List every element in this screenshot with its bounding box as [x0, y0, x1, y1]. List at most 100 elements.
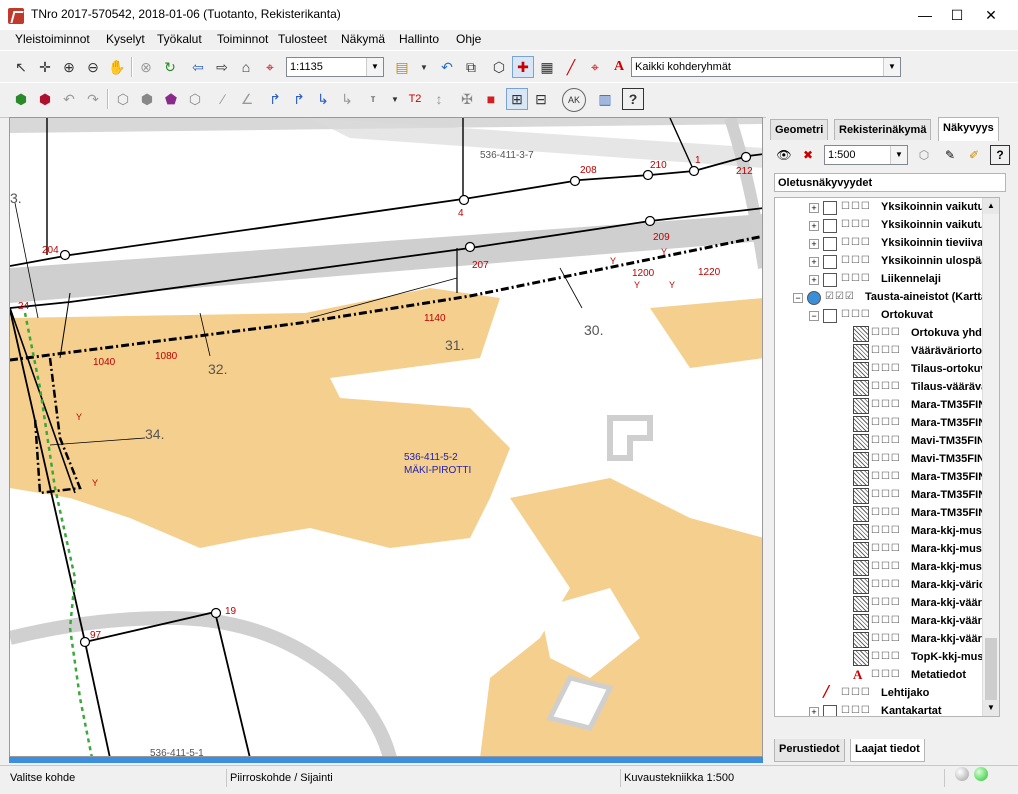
- panel-scale-select[interactable]: 1:500 ▼: [824, 145, 908, 165]
- layer-tree[interactable]: + ☐☐☐ Kantakartat ╱ ☐☐☐ Lehtijako A ☐☐☐ Metatied…: [774, 197, 1000, 717]
- expand-icon[interactable]: +: [809, 203, 819, 213]
- visibility-checkboxes[interactable]: ☐☐☐: [871, 669, 901, 680]
- map-horizontal-scrollbar[interactable]: [9, 757, 763, 763]
- visibility-checkboxes[interactable]: ☐☐☐: [871, 579, 901, 590]
- tree-item[interactable]: + ☐☐☐ Liikennelaji: [775, 271, 999, 289]
- point-4-icon[interactable]: ↳: [336, 88, 358, 110]
- visibility-checkboxes[interactable]: ☐☐☐: [871, 633, 901, 644]
- tree-item[interactable]: ☐☐☐ Mara-kkj-vääräväl: [775, 613, 999, 631]
- point-1-icon[interactable]: ↱: [264, 88, 286, 110]
- dropdown-arrow-icon[interactable]: ▼: [413, 56, 435, 78]
- tree-scrollbar[interactable]: ▲ ▼: [982, 198, 999, 716]
- polygon-icon[interactable]: ⬢: [136, 88, 158, 110]
- layer-icon[interactable]: ▤: [391, 56, 413, 78]
- back-arrow-icon[interactable]: ⇦: [187, 56, 209, 78]
- save-cube-icon[interactable]: ⬢: [10, 88, 32, 110]
- visibility-checkboxes[interactable]: ☐☐☐: [841, 273, 871, 284]
- cube-check-icon[interactable]: ⬡: [914, 145, 934, 165]
- stop-icon[interactable]: ⊗: [135, 56, 157, 78]
- visibility-checkboxes[interactable]: ☐☐☐: [871, 453, 901, 464]
- tab-geometri[interactable]: Geometri: [770, 119, 829, 140]
- collapse-icon[interactable]: −: [809, 311, 819, 321]
- locate-icon[interactable]: ⌖: [259, 56, 281, 78]
- zoom-out-icon[interactable]: ⊖: [82, 56, 104, 78]
- visibility-checkboxes[interactable]: ☐☐☐: [841, 219, 871, 230]
- polygon-hatch-icon[interactable]: ⬡: [184, 88, 206, 110]
- crosshair-icon[interactable]: ✛: [34, 56, 56, 78]
- tree-item[interactable]: ☐☐☐ Tilaus-vääräväric: [775, 379, 999, 397]
- text-size-icon[interactable]: ᴛ: [362, 88, 384, 110]
- menu-tyokalut[interactable]: Työkalut: [157, 32, 202, 46]
- tree-item[interactable]: ☐☐☐ TopK-kkj-mustav: [775, 649, 999, 667]
- minimize-button[interactable]: —: [910, 4, 940, 26]
- tree-item[interactable]: ☐☐☐ Ortokuva yhdiste: [775, 325, 999, 343]
- tree-item[interactable]: ☐☐☐ Mara-kkj-vääräväl: [775, 595, 999, 613]
- menu-toiminnot[interactable]: Toiminnot: [217, 32, 268, 46]
- collapse-icon[interactable]: −: [793, 293, 803, 303]
- visibility-checkboxes[interactable]: ☐☐☐: [841, 255, 871, 266]
- close-button[interactable]: ✕: [976, 4, 1006, 26]
- visibility-checkboxes[interactable]: ☐☐☐: [871, 399, 901, 410]
- visibility-checkboxes[interactable]: ☐☐☐: [871, 615, 901, 626]
- tree-item[interactable]: − ☐☐☐ Ortokuvat: [775, 307, 999, 325]
- expand-icon[interactable]: +: [809, 275, 819, 285]
- visibility-checkboxes[interactable]: ☐☐☐: [871, 489, 901, 500]
- tree-item[interactable]: + ☐☐☐ Kantakartat: [775, 703, 999, 716]
- expand-icon[interactable]: +: [809, 239, 819, 249]
- visibility-checkboxes[interactable]: ☐☐☐: [871, 543, 901, 554]
- visibility-checkboxes[interactable]: ☐☐☐: [871, 435, 901, 446]
- visibility-checkboxes[interactable]: ☐☐☐: [871, 507, 901, 518]
- map-canvas[interactable]: 208 210 1 212 209 207 204 24 1040 1080 1…: [9, 117, 763, 757]
- expand-icon[interactable]: +: [809, 257, 819, 267]
- scroll-down-icon[interactable]: ▼: [983, 700, 999, 716]
- menu-tulosteet[interactable]: Tulosteet: [278, 32, 327, 46]
- group-select[interactable]: Kaikki kohderyhmät ▼: [631, 57, 901, 77]
- help-icon[interactable]: ?: [622, 88, 644, 110]
- tree-item[interactable]: ╱ ☐☐☐ Lehtijako: [775, 685, 999, 703]
- tree-item[interactable]: ☐☐☐ Mavi-TM35FIN-vär: [775, 433, 999, 451]
- menu-kyselyt[interactable]: Kyselyt: [106, 32, 145, 46]
- visibility-checkboxes[interactable]: ☑☑☑: [825, 291, 855, 302]
- label-point-icon[interactable]: ✚: [512, 56, 534, 78]
- visibility-checkboxes[interactable]: ☐☐☐: [871, 381, 901, 392]
- tree-item[interactable]: ☐☐☐ Mara-kkj-väriortc: [775, 577, 999, 595]
- attach-icon[interactable]: ✠: [456, 88, 478, 110]
- scale-select[interactable]: 1:1135 ▼: [286, 57, 384, 77]
- cube-edit-icon[interactable]: ⬡: [488, 56, 510, 78]
- visibility-checkboxes[interactable]: ☐☐☐: [871, 345, 901, 356]
- tree-item[interactable]: − ☑☑☑ Tausta-aineistot (Kartta: [775, 289, 999, 307]
- forward-arrow-icon[interactable]: ⇨: [211, 56, 233, 78]
- hatch-icon[interactable]: ▦: [536, 56, 558, 78]
- polygon-color-icon[interactable]: ⬟: [160, 88, 182, 110]
- help-icon[interactable]: ?: [990, 145, 1010, 165]
- point-2-icon[interactable]: ↱: [288, 88, 310, 110]
- tree-item[interactable]: ☐☐☐ Mara-TM35FIN-mu: [775, 469, 999, 487]
- tree-item[interactable]: ☐☐☐ Mara-kkj-mustav: [775, 523, 999, 541]
- measure-line-icon[interactable]: ∕: [212, 88, 234, 110]
- refresh-icon[interactable]: ↻: [159, 56, 181, 78]
- tab-nakyvyys[interactable]: Näkyvyys: [938, 117, 999, 141]
- tab-laajat-tiedot[interactable]: Laajat tiedot: [850, 739, 925, 762]
- visibility-checkboxes[interactable]: ☐☐☐: [871, 597, 901, 608]
- tab-perustiedot[interactable]: Perustiedot: [774, 739, 845, 762]
- menu-yleistoiminnot[interactable]: Yleistoiminnot: [15, 32, 90, 46]
- style-edit-icon[interactable]: ✎: [940, 145, 960, 165]
- tree-item[interactable]: + ☐☐☐ Yksikoinnin tieviiva: [775, 235, 999, 253]
- visibility-checkboxes[interactable]: ☐☐☐: [871, 417, 901, 428]
- tree-item[interactable]: + ☐☐☐ Yksikoinnin vaikutu: [775, 199, 999, 217]
- visibility-checkboxes[interactable]: ☐☐☐: [841, 705, 871, 716]
- zoom-in-icon[interactable]: ⊕: [58, 56, 80, 78]
- tree-item[interactable]: ☐☐☐ Mara-TM35FIN-vä: [775, 487, 999, 505]
- eye-settings-icon[interactable]: 👁: [774, 145, 794, 165]
- tree-item[interactable]: A ☐☐☐ Metatiedot: [775, 667, 999, 685]
- pan-hand-icon[interactable]: ✋: [106, 56, 128, 78]
- home-icon[interactable]: ⌂: [235, 56, 257, 78]
- brush-icon[interactable]: ✐: [964, 145, 984, 165]
- visibility-checkboxes[interactable]: ☐☐☐: [871, 651, 901, 662]
- preset-name-field[interactable]: Oletusnäkyvyydet: [774, 173, 1006, 192]
- target-icon[interactable]: ⌖: [584, 56, 606, 78]
- menu-ohje[interactable]: Ohje: [456, 32, 481, 46]
- visibility-checkboxes[interactable]: ☐☐☐: [871, 561, 901, 572]
- tree-item[interactable]: ☐☐☐ Mavi-TM35FIN-vää: [775, 451, 999, 469]
- visibility-checkboxes[interactable]: ☐☐☐: [841, 201, 871, 212]
